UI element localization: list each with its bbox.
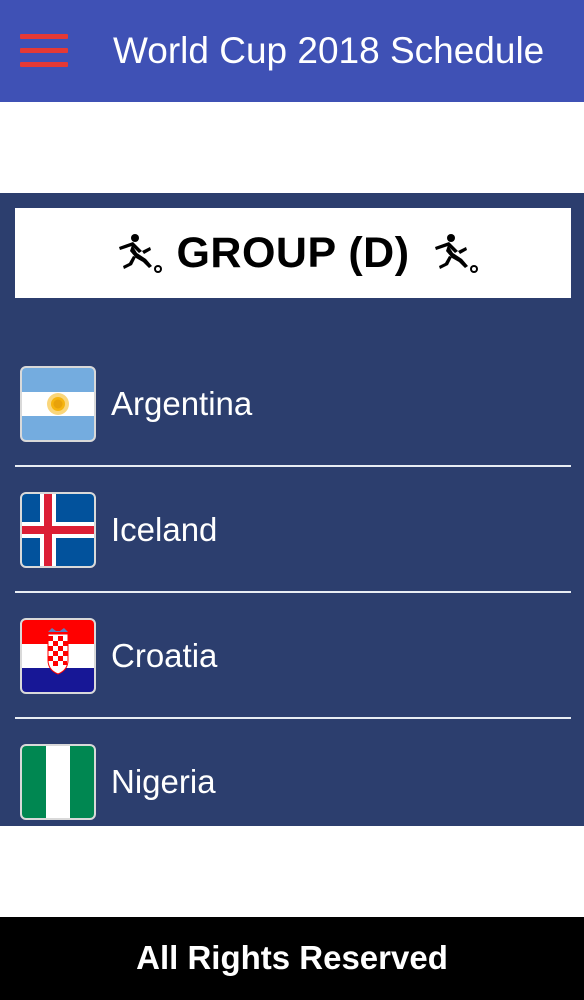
- team-row-argentina[interactable]: Argentina: [15, 341, 571, 467]
- footer: All Rights Reserved: [0, 917, 584, 1000]
- croatia-flag-icon: [20, 618, 96, 694]
- footer-text: All Rights Reserved: [136, 939, 448, 976]
- iceland-flag-icon: [20, 492, 96, 568]
- team-row-iceland[interactable]: Iceland: [15, 467, 571, 593]
- group-header: GROUP (D): [15, 208, 571, 298]
- team-row-nigeria[interactable]: Nigeria: [15, 719, 571, 845]
- team-name: Nigeria: [111, 763, 216, 800]
- soccer-player-icon: [119, 234, 163, 273]
- hamburger-menu-icon[interactable]: [20, 33, 68, 69]
- team-row-croatia[interactable]: Croatia: [15, 593, 571, 719]
- app-title: World Cup 2018 Schedule: [113, 30, 545, 71]
- team-name: Iceland: [111, 511, 218, 548]
- group-panel: GROUP (D) Argentina Iceland Croatia Nige…: [0, 193, 584, 826]
- soccer-player-icon: [434, 234, 478, 273]
- group-title: GROUP (D): [176, 228, 410, 277]
- nigeria-flag-icon: [20, 744, 96, 820]
- argentina-flag-icon: [20, 366, 96, 442]
- team-name: Croatia: [111, 637, 218, 674]
- team-name: Argentina: [111, 385, 253, 422]
- app-bar: World Cup 2018 Schedule: [0, 0, 584, 102]
